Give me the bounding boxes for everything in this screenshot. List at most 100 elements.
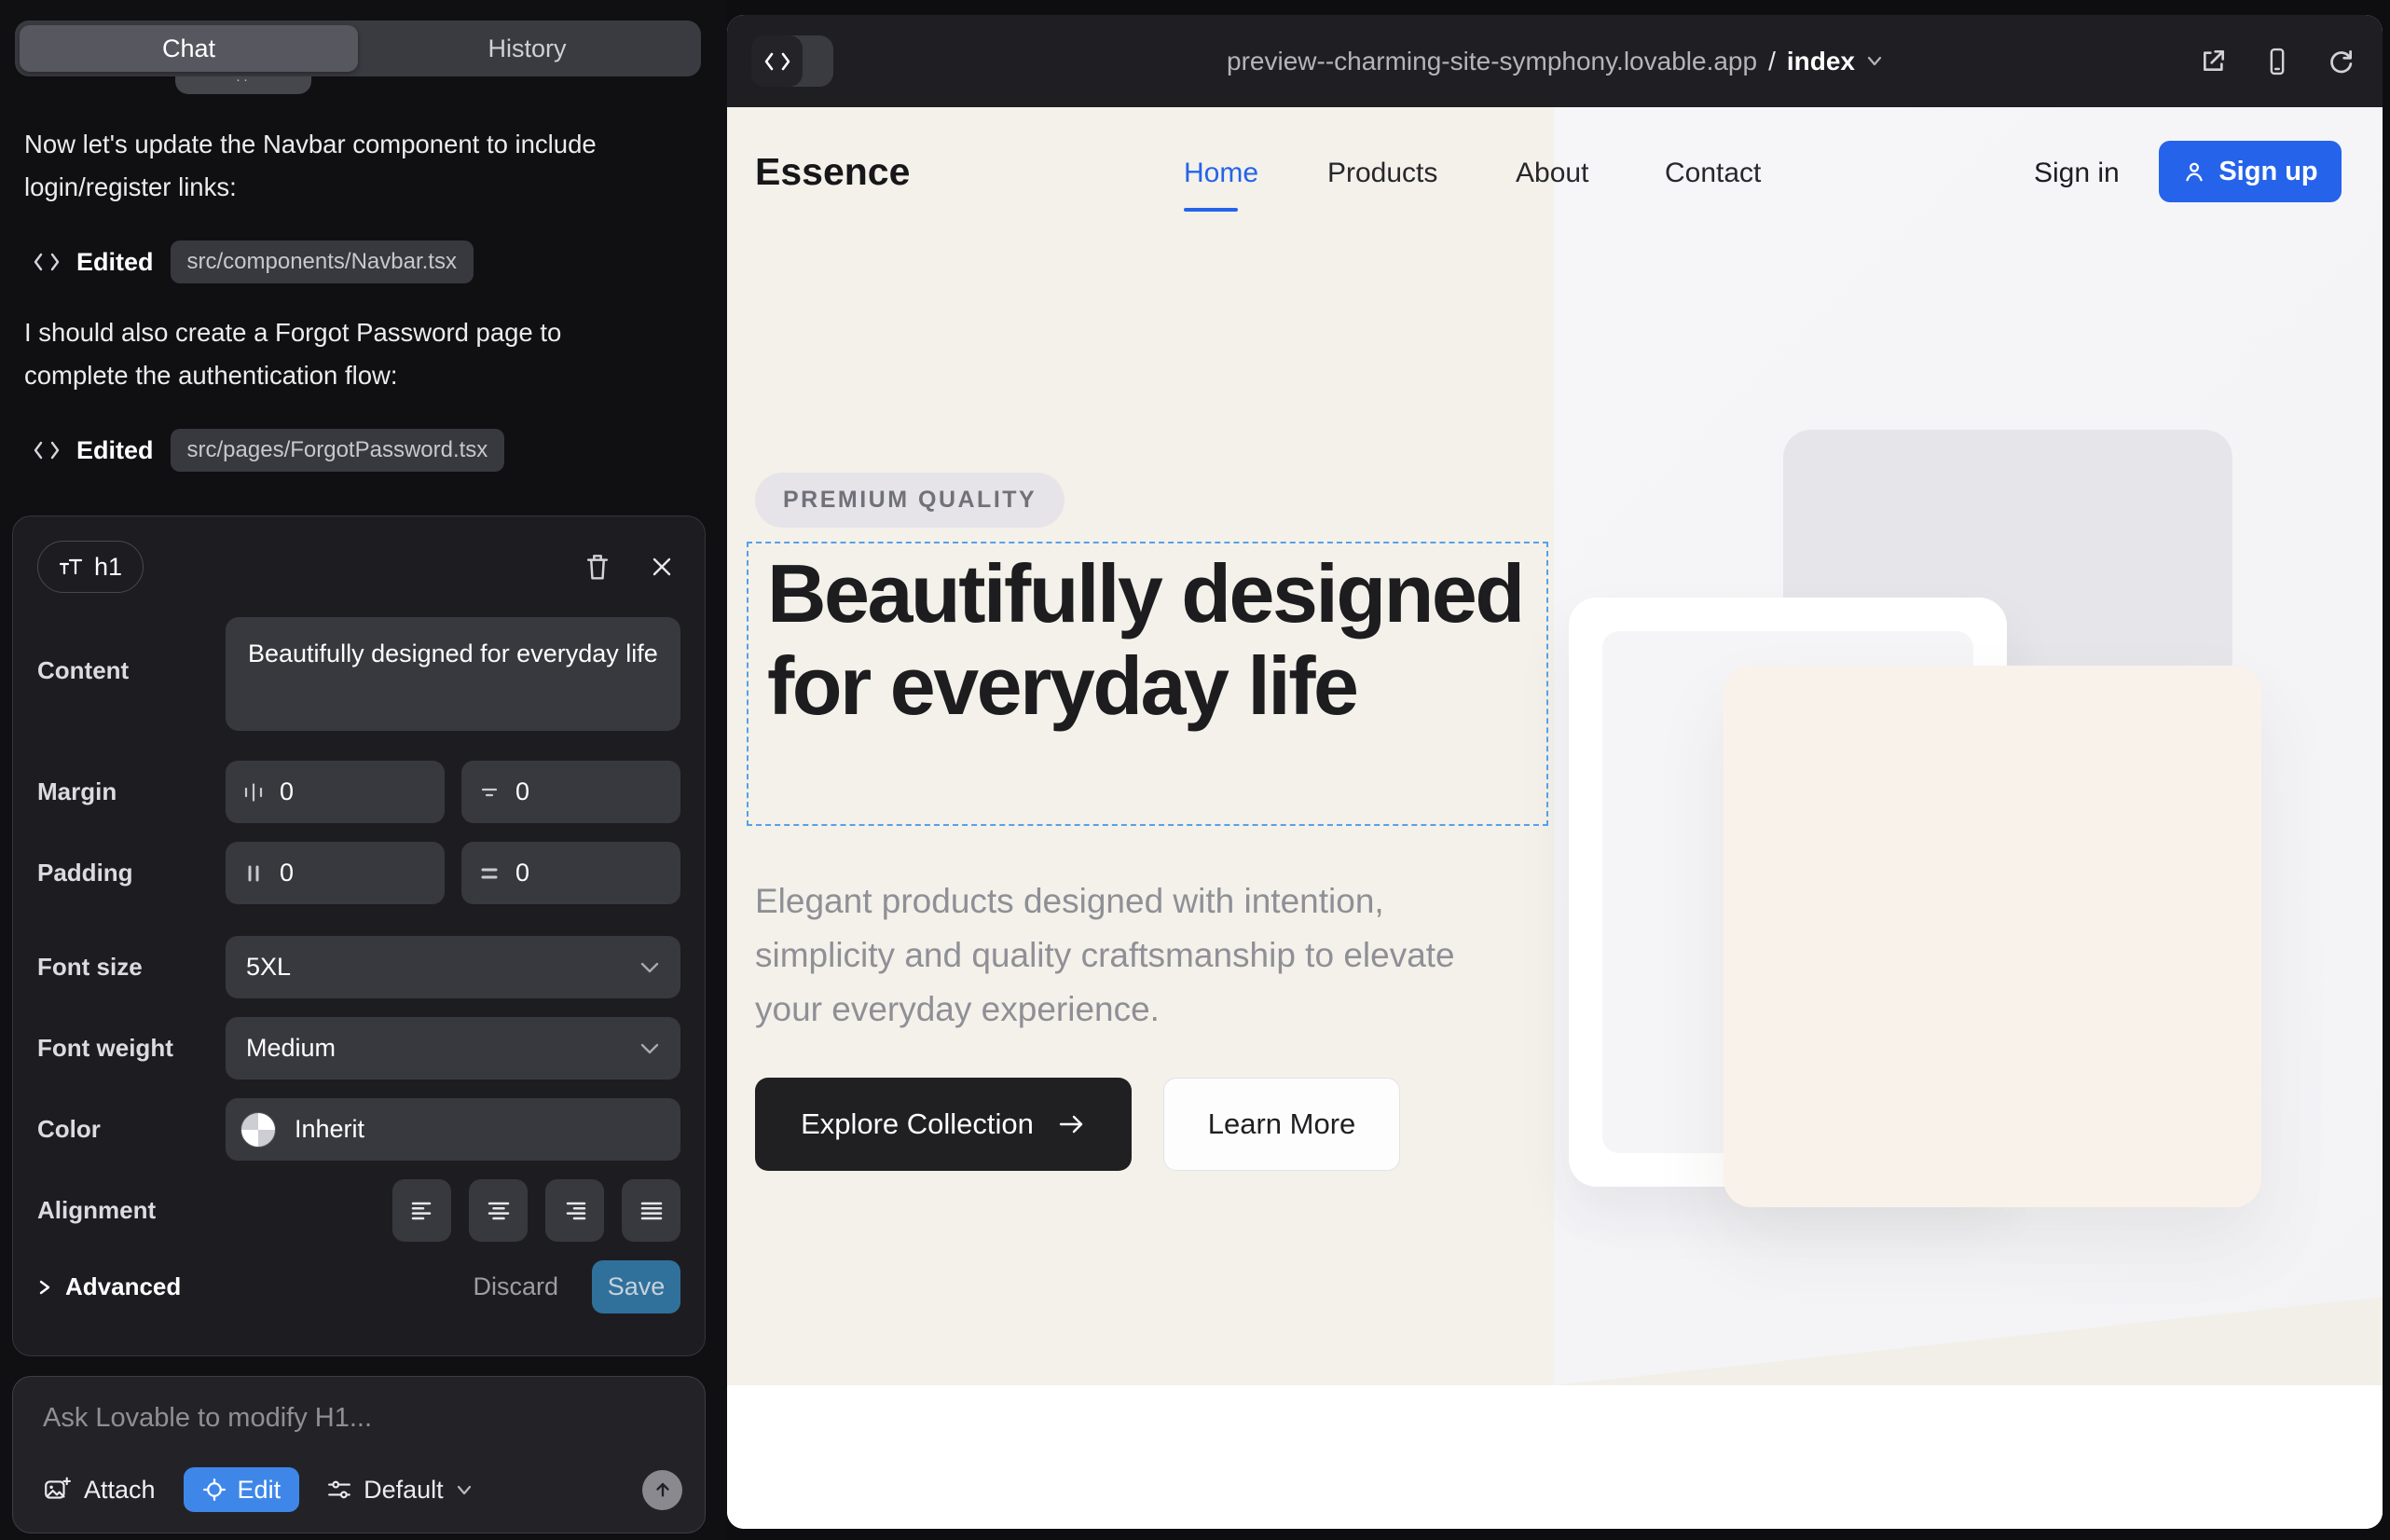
nav-link-contact[interactable]: Contact — [1665, 158, 1761, 189]
composer-input[interactable]: Ask Lovable to modify H1... — [43, 1403, 675, 1434]
sign-up-button[interactable]: Sign up — [2159, 141, 2342, 202]
advanced-toggle[interactable]: Advanced — [37, 1272, 181, 1301]
element-tag-label: h1 — [94, 553, 122, 582]
padding-label: Padding — [37, 859, 226, 887]
padding-vertical-input[interactable]: 0 — [461, 842, 680, 904]
attach-image-icon — [43, 1476, 71, 1504]
font-size-value: 5XL — [246, 953, 291, 982]
font-weight-select[interactable]: Medium — [226, 1017, 680, 1079]
padding-horizontal-icon — [242, 862, 265, 885]
margin-label: Margin — [37, 777, 226, 806]
refresh-button[interactable] — [2323, 44, 2358, 79]
color-label: Color — [37, 1115, 226, 1144]
arrow-up-icon — [652, 1479, 673, 1500]
arrow-right-icon — [1058, 1113, 1086, 1135]
advanced-label: Advanced — [65, 1272, 181, 1301]
margin-horizontal-input[interactable]: 0 — [226, 761, 445, 823]
color-picker[interactable]: Inherit — [226, 1098, 680, 1161]
model-selector[interactable]: Default — [327, 1476, 473, 1505]
font-size-label: Font size — [37, 953, 226, 982]
send-button[interactable] — [642, 1470, 682, 1510]
file-edit-row[interactable]: Edited src/components/Navbar.tsx — [34, 241, 474, 283]
file-edit-row[interactable]: Edited src/pages/ForgotPassword.tsx — [34, 429, 504, 472]
align-right-icon — [563, 1201, 587, 1221]
element-selection-outline[interactable]: Beautifully designed for everyday life — [747, 542, 1548, 826]
discard-button[interactable]: Discard — [473, 1272, 558, 1301]
margin-vertical-input[interactable]: 0 — [461, 761, 680, 823]
edit-mode-button[interactable]: Edit — [184, 1467, 300, 1512]
chat-panel: Chat History ·· Now let's update the Nav… — [0, 0, 727, 1540]
file-badge[interactable]: src/pages/ForgotPassword.tsx — [171, 429, 505, 472]
code-icon — [34, 441, 60, 460]
active-nav-underline — [1184, 208, 1238, 212]
selected-element-pill[interactable]: h1 — [37, 541, 144, 593]
chevron-right-icon — [37, 1277, 52, 1298]
close-icon — [649, 554, 675, 580]
external-link-icon — [2198, 47, 2228, 76]
learn-more-button[interactable]: Learn More — [1163, 1078, 1400, 1171]
sliders-icon — [327, 1478, 351, 1501]
site-viewport: Essence Home Products About Contact Sign… — [727, 107, 2383, 1529]
code-view-toggle[interactable] — [751, 35, 833, 87]
preview-toolbar: preview--charming-site-symphony.lovable.… — [727, 15, 2383, 107]
align-center-icon — [487, 1201, 511, 1221]
file-badge[interactable]: src/components/Navbar.tsx — [171, 241, 474, 283]
trash-icon — [584, 552, 611, 582]
nav-link-home[interactable]: Home — [1184, 158, 1258, 189]
padding-horizontal-input[interactable]: 0 — [226, 842, 445, 904]
url-host: preview--charming-site-symphony.lovable.… — [1227, 47, 1757, 76]
model-label: Default — [364, 1476, 444, 1505]
font-weight-label: Font weight — [37, 1034, 226, 1063]
chevron-down-icon — [639, 1041, 660, 1056]
tab-chat[interactable]: Chat — [20, 25, 358, 72]
hero-description: Elegant products designed with intention… — [755, 874, 1501, 1037]
hero-heading[interactable]: Beautifully designed for everyday life — [767, 547, 1528, 732]
delete-element-button[interactable] — [578, 546, 617, 587]
save-button[interactable]: Save — [592, 1260, 680, 1313]
chat-history-tabs: Chat History — [15, 21, 701, 76]
site-navbar: Essence Home Products About Contact Sign… — [727, 137, 2383, 213]
nav-link-products[interactable]: Products — [1327, 158, 1437, 189]
align-left-button[interactable] — [392, 1179, 451, 1242]
url-separator: / — [1768, 47, 1776, 76]
element-editor-panel: h1 Content Beautifully designed for ever… — [12, 516, 706, 1356]
site-logo[interactable]: Essence — [755, 150, 910, 194]
align-justify-icon — [639, 1201, 664, 1221]
chevron-down-icon — [1866, 55, 1883, 67]
attach-button[interactable]: Attach — [43, 1476, 156, 1505]
padding-vertical-value: 0 — [515, 859, 529, 887]
chevron-down-icon — [639, 960, 660, 975]
chat-message: Now let's update the Navbar component to… — [24, 123, 621, 209]
content-input[interactable]: Beautifully designed for everyday life — [226, 617, 680, 731]
attach-label: Attach — [84, 1476, 156, 1505]
explore-collection-label: Explore Collection — [801, 1107, 1034, 1141]
preview-panel: preview--charming-site-symphony.lovable.… — [727, 15, 2383, 1529]
mobile-icon — [2263, 47, 2291, 76]
align-center-button[interactable] — [469, 1179, 528, 1242]
color-value: Inherit — [295, 1115, 364, 1144]
padding-horizontal-value: 0 — [280, 859, 294, 887]
align-right-button[interactable] — [545, 1179, 604, 1242]
font-size-select[interactable]: 5XL — [226, 936, 680, 998]
user-icon — [2182, 159, 2206, 184]
close-editor-button[interactable] — [643, 548, 680, 585]
sign-in-link[interactable]: Sign in — [2034, 158, 2120, 189]
preview-url[interactable]: preview--charming-site-symphony.lovable.… — [1227, 47, 1883, 76]
edited-label: Edited — [76, 436, 154, 465]
nav-link-about[interactable]: About — [1516, 158, 1588, 189]
open-in-new-tab-button[interactable] — [2194, 43, 2232, 80]
alignment-label: Alignment — [37, 1196, 226, 1225]
chevron-down-icon — [456, 1484, 473, 1496]
explore-collection-button[interactable]: Explore Collection — [755, 1078, 1132, 1171]
align-justify-button[interactable] — [622, 1179, 680, 1242]
decorative-card-cream — [1724, 666, 2261, 1207]
hero-badge: PREMIUM QUALITY — [755, 473, 1065, 528]
mobile-view-button[interactable] — [2260, 43, 2295, 80]
url-page: index — [1787, 47, 1855, 76]
edit-label: Edit — [238, 1476, 282, 1505]
content-label: Content — [37, 617, 226, 685]
margin-horizontal-icon — [242, 781, 265, 804]
padding-vertical-icon — [478, 862, 501, 885]
tab-history[interactable]: History — [358, 25, 696, 72]
chat-message: I should also create a Forgot Password p… — [24, 311, 621, 397]
